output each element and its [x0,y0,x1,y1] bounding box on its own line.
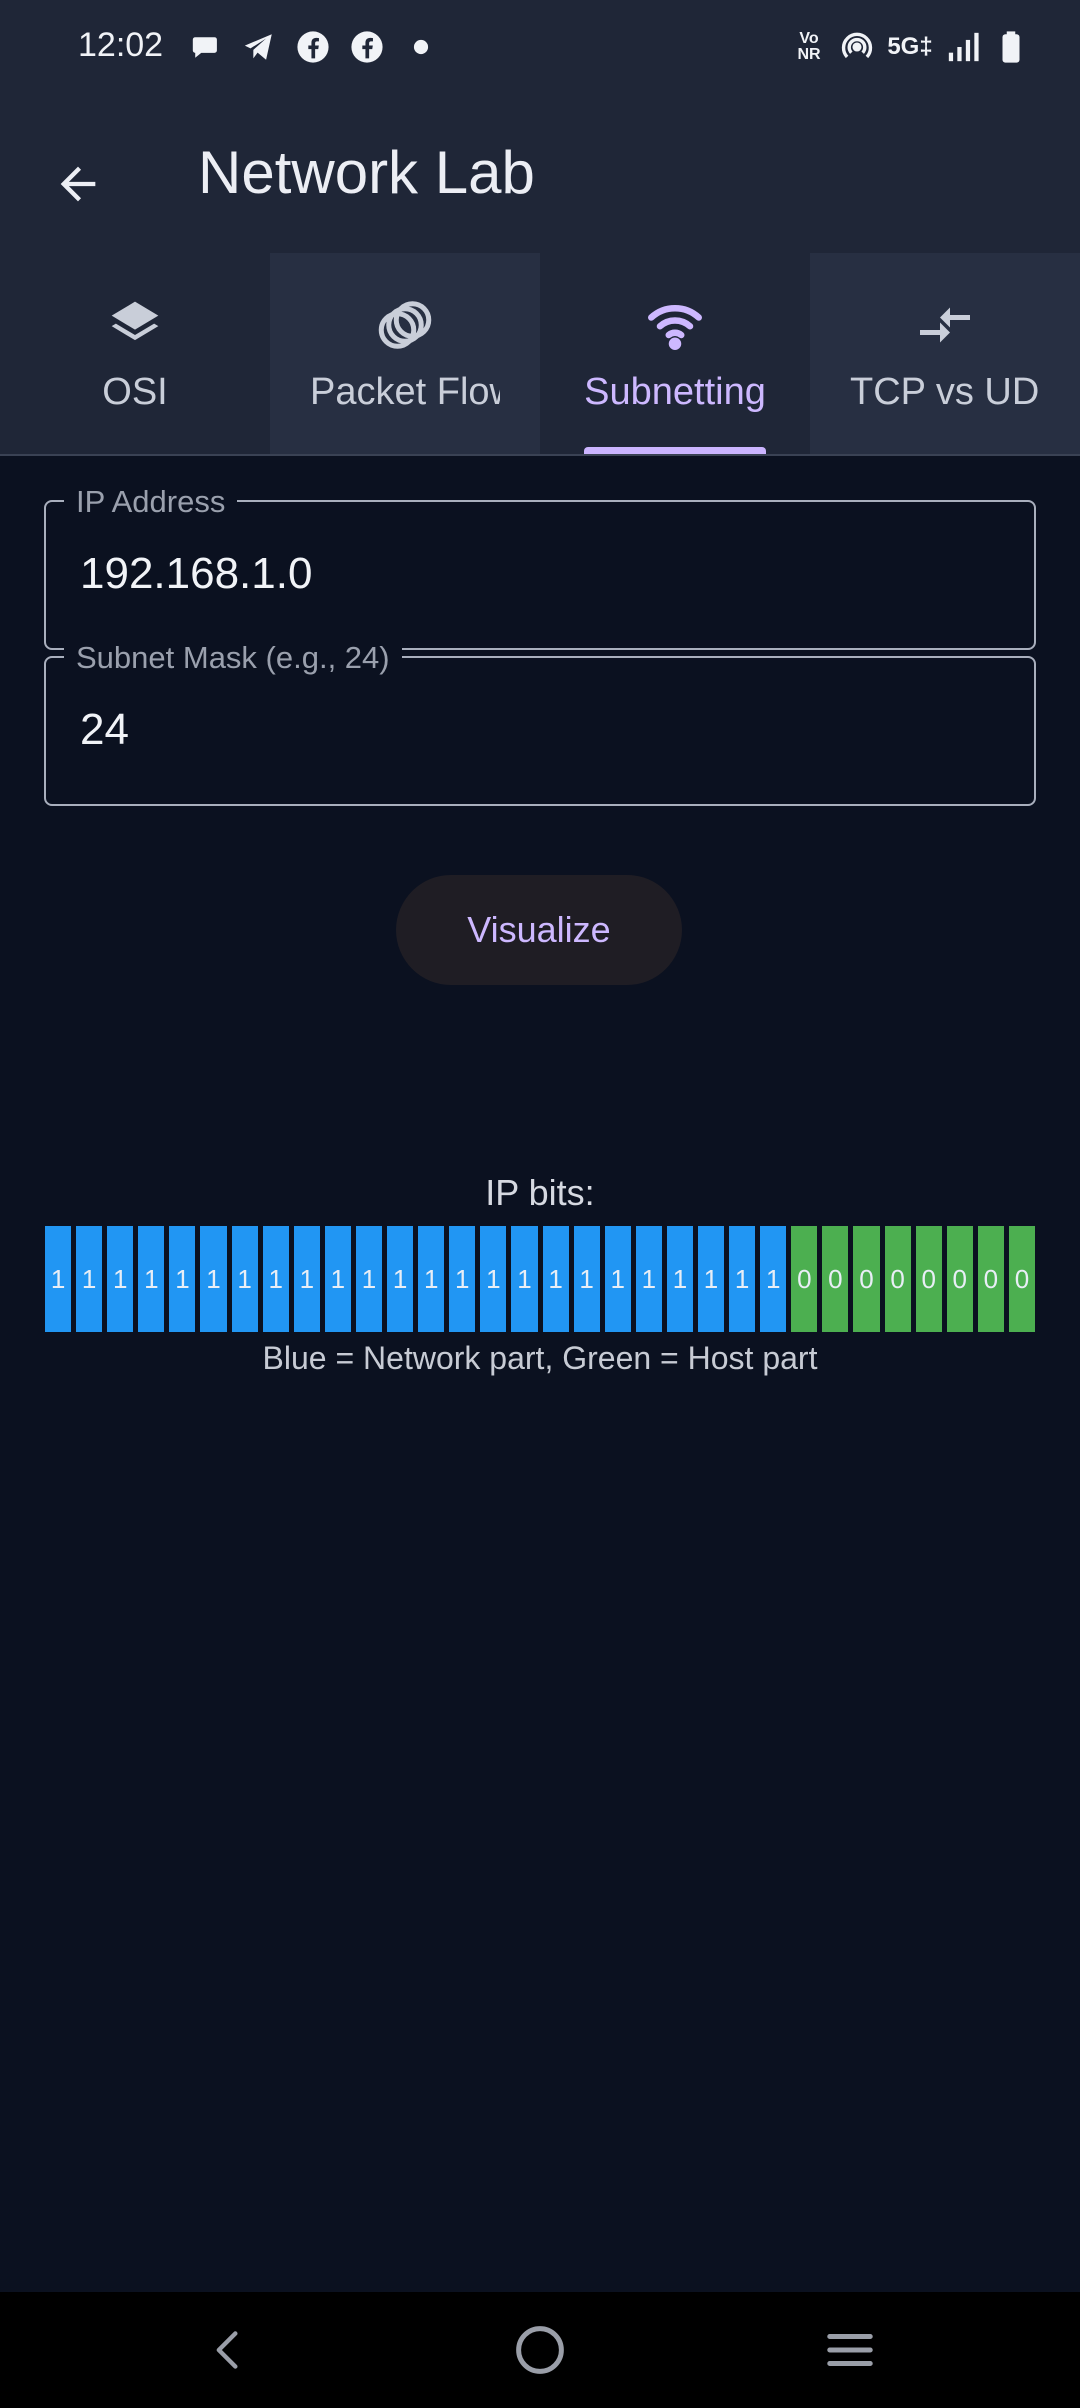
system-icons: Vo NR 5G‡ [792,30,1028,64]
dot-icon [404,30,438,64]
network-bit: 1 [138,1226,165,1332]
ip-address-input[interactable] [78,548,982,600]
network-bit: 1 [76,1226,103,1332]
chat-bubble-icon [188,30,222,64]
network-bit: 1 [355,1226,383,1332]
bits-title: IP bits: [485,1172,595,1213]
status-bar: 12:02 Vo NR 5G‡ [0,0,1080,100]
network-bit: 1 [542,1226,569,1332]
tab-label: Subnetting [584,371,766,413]
nav-recents-icon [827,2334,873,2366]
network-bit: 1 [666,1226,693,1332]
host-bit: 0 [1008,1226,1035,1332]
network-bit: 1 [293,1226,320,1332]
app-header: 12:02 Vo NR 5G‡ Network Lab OSI Packet F… [0,0,1080,454]
nav-home-icon [516,2326,564,2374]
tab-label: OSI [102,371,168,413]
telegram-icon [242,30,276,64]
host-bit: 0 [822,1226,849,1332]
network-bit: 1 [449,1226,476,1332]
page-title: Network Lab [198,139,535,206]
tab-label: TCP vs UDP [850,371,1040,413]
network-bit: 1 [231,1226,258,1332]
wifi-icon [643,293,707,357]
tab-tcp-vs-udp[interactable]: TCP vs UDP [810,253,1080,454]
tab-bar: OSI Packet Flow Subnetting TCP vs UDP [0,253,1080,454]
network-bit: 1 [169,1226,196,1332]
network-bit: 1 [107,1226,134,1332]
rings-icon [373,293,437,357]
subnet-mask-input[interactable] [78,704,982,756]
network-bit: 1 [262,1226,289,1332]
facebook-icon [296,30,330,64]
network-bit: 1 [760,1226,787,1332]
signal-icon [946,30,980,64]
battery-icon [994,30,1028,64]
network-bit: 1 [480,1226,507,1332]
host-bit: 0 [915,1226,942,1332]
ip-address-field[interactable]: IP Address [44,484,1036,650]
network-bit: 1 [729,1226,756,1332]
network-bit: 1 [418,1226,445,1332]
tab-packet-flow[interactable]: Packet Flow [270,253,540,454]
layers-icon [103,293,167,357]
host-bit: 0 [884,1226,911,1332]
host-bit: 0 [791,1226,818,1332]
nav-recents-button[interactable] [814,2318,886,2382]
app-bar: Network Lab [0,110,1080,240]
host-bit: 0 [946,1226,973,1332]
header-divider [0,454,1080,456]
nav-back-button[interactable] [192,2318,264,2382]
hotspot-icon [840,30,874,64]
tab-label: Packet Flow [310,371,500,413]
host-bit: 0 [853,1226,880,1332]
network-5g-icon: 5G‡ [887,33,933,60]
network-bit: 1 [324,1226,351,1332]
system-nav-bar [0,2292,1080,2408]
arrow-back-icon [60,166,96,202]
network-bit: 1 [573,1226,600,1332]
network-bit: 1 [697,1226,725,1332]
tab-subnetting[interactable]: Subnetting [540,253,810,454]
network-bit: 1 [387,1226,414,1332]
status-time: 12:02 [78,26,164,64]
nav-back-icon [216,2331,238,2369]
network-bit: 1 [511,1226,538,1332]
bits-row: 11111111111111111111111100000000 [45,1226,1035,1332]
ip-address-label: IP Address [64,484,238,520]
host-bit: 0 [977,1226,1004,1332]
network-bit: 1 [45,1226,72,1332]
network-bit: 1 [200,1226,227,1332]
network-bit: 1 [635,1226,662,1332]
back-button[interactable] [42,148,114,220]
bits-legend: Blue = Network part, Green = Host part [262,1340,818,1376]
network-bit: 1 [604,1226,631,1332]
facebook-icon [350,30,384,64]
subnet-mask-field[interactable]: Subnet Mask (e.g., 24) [44,640,1036,806]
tab-osi[interactable]: OSI [0,253,270,454]
nav-home-button[interactable] [504,2318,576,2382]
notification-icons [188,30,438,64]
subnet-mask-label: Subnet Mask (e.g., 24) [64,640,402,676]
vonr-icon: Vo NR [797,30,821,63]
visualize-button[interactable]: Visualize [396,875,682,985]
compare-arrows-icon [913,293,977,357]
